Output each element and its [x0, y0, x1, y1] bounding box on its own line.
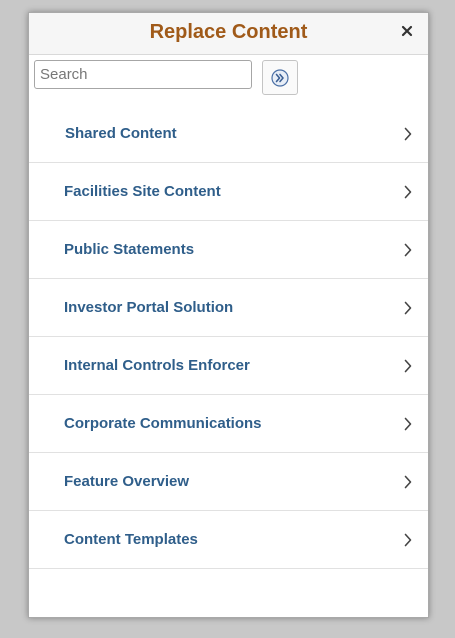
list-item-label: Internal Controls Enforcer	[64, 357, 250, 374]
chevron-right-icon	[404, 243, 412, 257]
list-item-label: Content Templates	[64, 531, 198, 548]
search-row	[29, 55, 428, 111]
chevron-right-icon	[404, 359, 412, 373]
list-item-label: Corporate Communications	[64, 415, 262, 432]
list-item-label: Investor Portal Solution	[64, 299, 234, 316]
list-item[interactable]: Corporate Communications	[29, 395, 428, 453]
chevron-right-icon	[404, 475, 412, 489]
close-button[interactable]	[400, 24, 414, 38]
list-item-label: Shared Content	[65, 125, 177, 142]
list-item-label: Feature Overview	[64, 473, 190, 490]
list-item-label: Public Statements	[64, 241, 195, 258]
chevron-right-icon	[404, 301, 412, 315]
list-item[interactable]: Public Statements	[29, 221, 428, 279]
list-item[interactable]: Investor Portal Solution	[29, 279, 428, 337]
chevron-right-icon	[404, 185, 412, 199]
list-item[interactable]: Feature Overview	[29, 453, 428, 511]
search-go-button[interactable]	[262, 60, 298, 95]
list-item[interactable]: Shared Content	[29, 105, 428, 163]
list-item[interactable]: Facilities Site Content	[29, 163, 428, 221]
double-chevron-right-icon	[271, 68, 289, 87]
dialog-title: Replace Content	[149, 21, 308, 43]
chevron-right-icon	[404, 533, 412, 547]
chevron-right-icon	[404, 417, 412, 431]
list-item[interactable]: Content Templates	[29, 511, 428, 569]
content-list: Shared Content Facilities Site Content P…	[29, 105, 428, 569]
close-icon	[401, 25, 413, 37]
list-item-label: Facilities Site Content	[64, 183, 221, 200]
replace-content-dialog: Replace Content Shared Content Facilitie…	[28, 12, 429, 618]
list-item[interactable]: Internal Controls Enforcer	[29, 337, 428, 395]
chevron-right-icon	[404, 127, 412, 141]
search-input[interactable]	[34, 60, 252, 89]
dialog-header: Replace Content	[29, 13, 428, 55]
